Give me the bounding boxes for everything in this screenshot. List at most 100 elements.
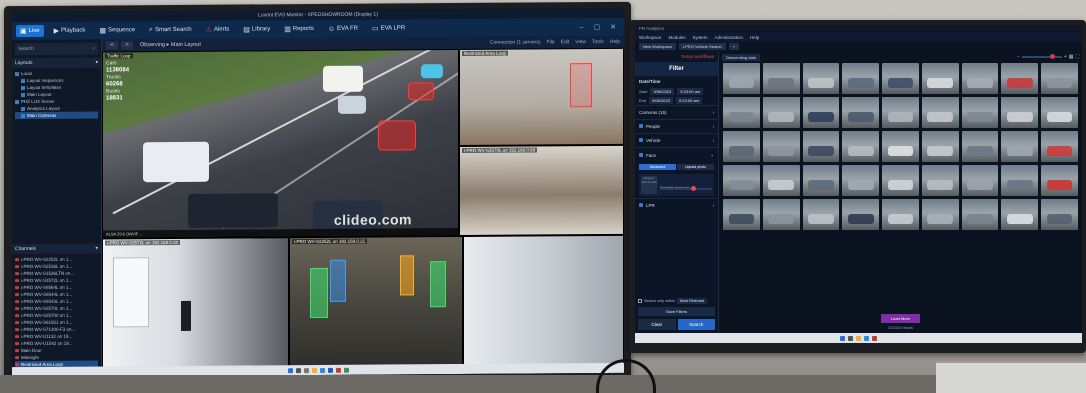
- menu-tools[interactable]: Tools: [592, 39, 604, 45]
- people-filter[interactable]: People ›: [635, 119, 718, 133]
- vehicle-thumbnail[interactable]: [842, 97, 880, 128]
- vehicle-thumbnail[interactable]: [842, 165, 880, 196]
- start-icon[interactable]: [287, 367, 293, 373]
- app-icon[interactable]: [335, 367, 341, 373]
- menu-view[interactable]: View: [575, 39, 586, 45]
- zoom-knob[interactable]: [1049, 54, 1055, 59]
- layouts-header[interactable]: Layouts ▾: [12, 57, 101, 69]
- vehicle-thumbnail[interactable]: [961, 199, 999, 230]
- tab-library[interactable]: ▤ Library: [239, 23, 274, 35]
- zoom-in-icon[interactable]: +: [1064, 54, 1067, 60]
- end-time-field[interactable]: 9:23:00 am: [675, 97, 702, 104]
- vehicle-thumbnail[interactable]: [723, 199, 760, 230]
- vehicle-thumbnail[interactable]: [961, 131, 999, 162]
- zoom-slider[interactable]: [1021, 54, 1062, 59]
- tab-vehicle-search[interactable]: i-PRO Vehicle Search: [679, 43, 726, 50]
- video-tile-traffic[interactable]: Traffic Loop Cars 1138084 Trucks 60268 Bus…: [103, 50, 458, 238]
- vehicle-thumbnail[interactable]: [921, 63, 959, 94]
- menu-system[interactable]: System: [692, 35, 707, 40]
- start-icon[interactable]: [840, 335, 845, 341]
- video-tile-corridor[interactable]: [464, 235, 623, 373]
- tab-reports[interactable]: ▥ Reports: [280, 23, 318, 35]
- vehicle-thumbnail[interactable]: [1041, 97, 1078, 128]
- vehicle-thumbnail[interactable]: [961, 165, 999, 196]
- slider-knob[interactable]: [691, 186, 697, 191]
- search-icon[interactable]: [848, 335, 853, 341]
- relevance-select[interactable]: Most Relevant: [676, 298, 708, 304]
- vehicle-thumbnail[interactable]: [921, 131, 959, 162]
- vehicle-thumbnail[interactable]: [882, 199, 919, 230]
- vehicle-thumbnail[interactable]: [1001, 131, 1039, 162]
- tab-smart-search[interactable]: ⌕ Smart Search: [145, 24, 196, 36]
- app-icon[interactable]: [327, 367, 333, 373]
- end-date-field[interactable]: 9/06/2023: [649, 97, 673, 104]
- vehicle-thumbnail[interactable]: [802, 199, 840, 230]
- vehicle-thumbnail[interactable]: [842, 131, 880, 162]
- video-tile-office[interactable]: i-PRO WV-S2252L on 192.168.0.21: [290, 236, 462, 375]
- start-time-field[interactable]: 9:23:00 am: [677, 88, 704, 95]
- photo-drop-zone[interactable]: Drag or click to add: [641, 176, 657, 194]
- tab-playback[interactable]: ▶ Playback: [50, 25, 90, 37]
- load-more-button[interactable]: Load More: [880, 314, 921, 323]
- vehicle-thumbnail[interactable]: [723, 63, 760, 94]
- tab-eva-fr[interactable]: ☺ EVA FR: [324, 23, 362, 34]
- vehicle-thumbnail[interactable]: [802, 97, 840, 128]
- tab-advanced[interactable]: Advanced: [639, 164, 676, 170]
- app-icon[interactable]: [343, 367, 349, 373]
- tab-live[interactable]: ▣ Live: [16, 24, 44, 38]
- menu-edit[interactable]: Edit: [561, 39, 570, 45]
- channels-header[interactable]: Channels ▾: [12, 243, 101, 255]
- video-tile-lobby[interactable]: i-PRO WV-S2572L on 192.168.0.20: [103, 238, 288, 376]
- vehicle-thumbnail[interactable]: [802, 63, 840, 94]
- video-tile-restricted[interactable]: Restricted Area Loop: [460, 48, 623, 146]
- tree-item-main-cameras[interactable]: Main Cameras: [15, 111, 98, 120]
- vehicle-thumbnail[interactable]: [921, 97, 959, 128]
- window-controls[interactable]: – ▢ ✕: [580, 23, 620, 31]
- vehicle-thumbnail[interactable]: [1001, 165, 1039, 196]
- fullscreen-icon[interactable]: ⛶: [1075, 54, 1079, 60]
- vehicle-thumbnail[interactable]: [921, 165, 959, 196]
- explorer-icon[interactable]: [311, 367, 317, 373]
- video-tile-cafe[interactable]: i-PRO WV-S2570L on 192.168.0.58: [460, 145, 623, 236]
- vehicle-thumbnail[interactable]: [961, 97, 999, 128]
- tab-new-workspace[interactable]: New Workspace: [639, 43, 677, 50]
- vehicle-thumbnail[interactable]: [723, 165, 760, 196]
- search-button[interactable]: Search: [677, 319, 715, 330]
- vehicle-thumbnail[interactable]: [802, 131, 840, 162]
- tab-sequence[interactable]: ▦ Sequence: [95, 24, 139, 36]
- search-input[interactable]: Search ⌕: [15, 42, 98, 56]
- checkbox[interactable]: [638, 299, 642, 303]
- vehicle-thumbnail[interactable]: [762, 63, 800, 94]
- vehicle-thumbnail[interactable]: [723, 131, 760, 162]
- search-icon[interactable]: [295, 367, 301, 373]
- edge-icon[interactable]: [864, 335, 869, 341]
- vehicle-thumbnail[interactable]: [1001, 97, 1039, 128]
- vehicle-thumbnail[interactable]: [961, 63, 999, 94]
- vehicle-thumbnail[interactable]: [882, 165, 919, 196]
- similarity-slider[interactable]: Similarity threshold: [660, 176, 712, 194]
- tab-eva-lpr[interactable]: ▭ EVA LPR: [368, 22, 409, 34]
- lpr-filter[interactable]: LPR ›: [635, 198, 718, 212]
- menu-administration[interactable]: Administration: [714, 35, 743, 40]
- app-icon[interactable]: [872, 335, 877, 341]
- vehicle-thumbnail[interactable]: [842, 199, 880, 230]
- tab-upload-photo[interactable]: Upload photo: [677, 164, 714, 170]
- connection-status[interactable]: Connection (1 servers): [490, 39, 541, 45]
- taskview-icon[interactable]: [303, 367, 309, 373]
- menu-modules[interactable]: Modules: [668, 35, 685, 40]
- tab-alerts[interactable]: ⚠ Alerts: [202, 24, 234, 36]
- zoom-out-icon[interactable]: −: [1017, 54, 1020, 60]
- face-filter[interactable]: Face ⌄: [635, 147, 718, 162]
- vehicle-thumbnail[interactable]: [1041, 63, 1078, 94]
- cameras-filter[interactable]: Cameras (15) ›: [635, 105, 718, 119]
- menu-file[interactable]: File: [547, 39, 555, 45]
- grid-view-icon[interactable]: ▦: [1069, 54, 1074, 60]
- vehicle-thumbnail[interactable]: [842, 63, 880, 94]
- start-date-field[interactable]: 9/06/2023: [650, 88, 675, 95]
- vehicle-thumbnail[interactable]: [762, 131, 800, 162]
- vehicle-thumbnail[interactable]: [921, 199, 959, 230]
- explorer-icon[interactable]: [856, 335, 861, 341]
- vehicle-thumbnail[interactable]: [802, 165, 840, 196]
- forward-button[interactable]: >: [121, 41, 133, 50]
- vehicle-thumbnail[interactable]: [882, 131, 919, 162]
